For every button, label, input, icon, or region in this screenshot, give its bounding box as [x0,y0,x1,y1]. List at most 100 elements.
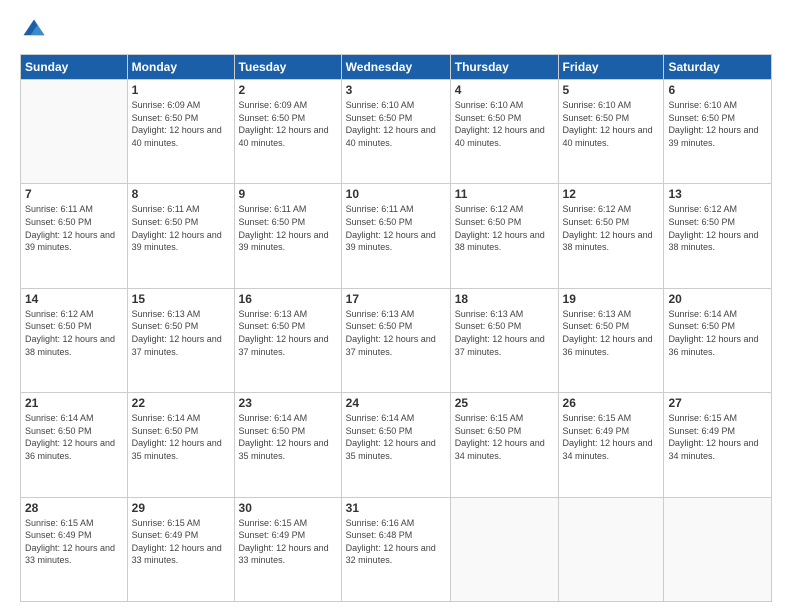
week-row-2: 7 Sunrise: 6:11 AMSunset: 6:50 PMDaylight… [21,184,772,288]
day-cell: 17 Sunrise: 6:13 AMSunset: 6:50 PMDayligh… [341,288,450,392]
day-number: 26 [563,396,660,410]
day-number: 24 [346,396,446,410]
day-info: Sunrise: 6:15 AMSunset: 6:49 PMDaylight:… [25,517,123,567]
day-cell: 6 Sunrise: 6:10 AMSunset: 6:50 PMDaylight… [664,80,772,184]
day-info: Sunrise: 6:14 AMSunset: 6:50 PMDaylight:… [346,412,446,462]
day-cell: 24 Sunrise: 6:14 AMSunset: 6:50 PMDayligh… [341,393,450,497]
day-number: 3 [346,83,446,97]
day-cell: 28Sunrise: 6:15 AMSunset: 6:49 PMDayligh… [21,497,128,601]
day-cell: 20 Sunrise: 6:14 AMSunset: 6:50 PMDayligh… [664,288,772,392]
day-number: 15 [132,292,230,306]
day-info: Sunrise: 6:10 AMSunset: 6:50 PMDaylight:… [563,99,660,149]
day-info: Sunrise: 6:13 AMSunset: 6:50 PMDaylight:… [563,308,660,358]
day-number: 27 [668,396,767,410]
day-cell: 11Sunrise: 6:12 AMSunset: 6:50 PMDayligh… [450,184,558,288]
day-number: 17 [346,292,446,306]
day-number: 6 [668,83,767,97]
day-number: 31 [346,501,446,515]
day-number: 16 [239,292,337,306]
day-number: 5 [563,83,660,97]
day-info: Sunrise: 6:15 AMSunset: 6:49 PMDaylight:… [668,412,767,462]
day-info: Sunrise: 6:14 AMSunset: 6:50 PMDaylight:… [239,412,337,462]
day-cell: 15 Sunrise: 6:13 AMSunset: 6:50 PMDayligh… [127,288,234,392]
day-cell: 9 Sunrise: 6:11 AMSunset: 6:50 PMDaylight… [234,184,341,288]
day-info: Sunrise: 6:10 AMSunset: 6:50 PMDaylight:… [668,99,767,149]
day-number: 18 [455,292,554,306]
day-number: 7 [25,187,123,201]
day-cell: 27 Sunrise: 6:15 AMSunset: 6:49 PMDayligh… [664,393,772,497]
logo [20,16,52,44]
day-cell: 26 Sunrise: 6:15 AMSunset: 6:49 PMDayligh… [558,393,664,497]
day-info: Sunrise: 6:13 AMSunset: 6:50 PMDaylight:… [239,308,337,358]
day-number: 2 [239,83,337,97]
day-number: 9 [239,187,337,201]
day-info: Sunrise: 6:10 AMSunset: 6:50 PMDaylight:… [455,99,554,149]
day-cell: 7 Sunrise: 6:11 AMSunset: 6:50 PMDaylight… [21,184,128,288]
day-cell: 16 Sunrise: 6:13 AMSunset: 6:50 PMDayligh… [234,288,341,392]
day-info: Sunrise: 6:11 AMSunset: 6:50 PMDaylight:… [346,203,446,253]
day-cell: 22 Sunrise: 6:14 AMSunset: 6:50 PMDayligh… [127,393,234,497]
day-cell: 1 Sunrise: 6:09 AMSunset: 6:50 PMDaylight… [127,80,234,184]
day-cell: 31Sunrise: 6:16 AMSunset: 6:48 PMDayligh… [341,497,450,601]
weekday-header-wednesday: Wednesday [341,55,450,80]
day-number: 20 [668,292,767,306]
day-number: 4 [455,83,554,97]
day-info: Sunrise: 6:11 AMSunset: 6:50 PMDaylight:… [132,203,230,253]
day-number: 23 [239,396,337,410]
day-number: 22 [132,396,230,410]
day-number: 21 [25,396,123,410]
day-cell: 23 Sunrise: 6:14 AMSunset: 6:50 PMDayligh… [234,393,341,497]
day-info: Sunrise: 6:09 AMSunset: 6:50 PMDaylight:… [132,99,230,149]
day-cell: 3 Sunrise: 6:10 AMSunset: 6:50 PMDaylight… [341,80,450,184]
weekday-header-monday: Monday [127,55,234,80]
day-info: Sunrise: 6:15 AMSunset: 6:49 PMDaylight:… [132,517,230,567]
day-info: Sunrise: 6:14 AMSunset: 6:50 PMDaylight:… [668,308,767,358]
day-cell: 25Sunrise: 6:15 AMSunset: 6:50 PMDayligh… [450,393,558,497]
day-cell [664,497,772,601]
day-cell [558,497,664,601]
day-cell: 14 Sunrise: 6:12 AMSunset: 6:50 PMDayligh… [21,288,128,392]
day-info: Sunrise: 6:10 AMSunset: 6:50 PMDaylight:… [346,99,446,149]
day-cell: 29 Sunrise: 6:15 AMSunset: 6:49 PMDayligh… [127,497,234,601]
day-info: Sunrise: 6:12 AMSunset: 6:50 PMDaylight:… [25,308,123,358]
day-number: 14 [25,292,123,306]
logo-icon [20,16,48,44]
day-cell: 5 Sunrise: 6:10 AMSunset: 6:50 PMDaylight… [558,80,664,184]
day-info: Sunrise: 6:11 AMSunset: 6:50 PMDaylight:… [239,203,337,253]
day-number: 10 [346,187,446,201]
day-cell: 19 Sunrise: 6:13 AMSunset: 6:50 PMDayligh… [558,288,664,392]
day-info: Sunrise: 6:15 AMSunset: 6:50 PMDaylight:… [455,412,554,462]
day-cell: 21Sunrise: 6:14 AMSunset: 6:50 PMDayligh… [21,393,128,497]
day-info: Sunrise: 6:15 AMSunset: 6:49 PMDaylight:… [239,517,337,567]
day-cell: 2Sunrise: 6:09 AMSunset: 6:50 PMDaylight… [234,80,341,184]
day-cell: 4 Sunrise: 6:10 AMSunset: 6:50 PMDaylight… [450,80,558,184]
day-cell: 8 Sunrise: 6:11 AMSunset: 6:50 PMDaylight… [127,184,234,288]
day-number: 1 [132,83,230,97]
day-cell: 30Sunrise: 6:15 AMSunset: 6:49 PMDayligh… [234,497,341,601]
day-cell: 10 Sunrise: 6:11 AMSunset: 6:50 PMDayligh… [341,184,450,288]
weekday-header-thursday: Thursday [450,55,558,80]
day-number: 12 [563,187,660,201]
weekday-header-friday: Friday [558,55,664,80]
day-info: Sunrise: 6:11 AMSunset: 6:50 PMDaylight:… [25,203,123,253]
day-info: Sunrise: 6:14 AMSunset: 6:50 PMDaylight:… [132,412,230,462]
header [20,16,772,44]
day-number: 8 [132,187,230,201]
day-info: Sunrise: 6:15 AMSunset: 6:49 PMDaylight:… [563,412,660,462]
day-info: Sunrise: 6:13 AMSunset: 6:50 PMDaylight:… [455,308,554,358]
day-number: 29 [132,501,230,515]
day-cell: 12Sunrise: 6:12 AMSunset: 6:50 PMDayligh… [558,184,664,288]
day-number: 13 [668,187,767,201]
calendar-table: SundayMondayTuesdayWednesdayThursdayFrid… [20,54,772,602]
day-cell [450,497,558,601]
page: SundayMondayTuesdayWednesdayThursdayFrid… [0,0,792,612]
day-cell [21,80,128,184]
week-row-1: 1 Sunrise: 6:09 AMSunset: 6:50 PMDaylight… [21,80,772,184]
day-info: Sunrise: 6:13 AMSunset: 6:50 PMDaylight:… [132,308,230,358]
day-number: 19 [563,292,660,306]
weekday-header-tuesday: Tuesday [234,55,341,80]
day-info: Sunrise: 6:12 AMSunset: 6:50 PMDaylight:… [668,203,767,253]
week-row-4: 21 Sunrise: 6:14 AMSunset: 6:50 PMDayligh… [21,393,772,497]
day-info: Sunrise: 6:13 AMSunset: 6:50 PMDaylight:… [346,308,446,358]
day-number: 11 [455,187,554,201]
